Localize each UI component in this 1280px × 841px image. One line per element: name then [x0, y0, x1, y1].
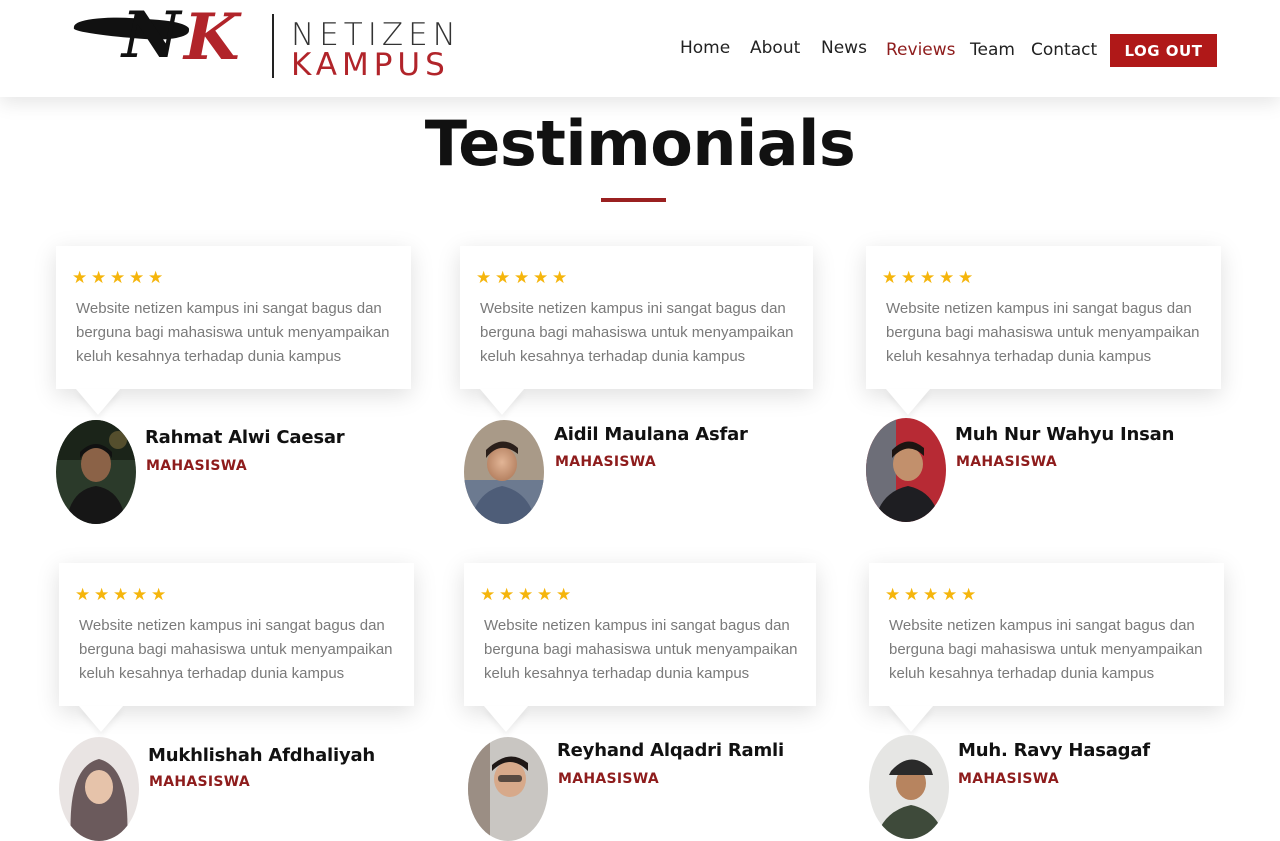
star-icon: ★ — [904, 585, 920, 604]
avatar — [468, 737, 548, 841]
person-role: MAHASISWA — [146, 458, 248, 474]
rating-stars: ★ ★ ★ ★ ★ — [480, 585, 572, 604]
star-icon: ★ — [129, 268, 145, 287]
netizen-kampus-logo[interactable]: N K NETIZEN KAMPUS — [72, 0, 472, 88]
testimonial-quote: Website netizen kampus ini sangat bagus … — [889, 617, 1203, 682]
star-icon: ★ — [533, 268, 549, 287]
person-name: Muh. Ravy Hasagaf — [958, 740, 1150, 761]
star-icon: ★ — [939, 268, 955, 287]
star-icon: ★ — [556, 585, 572, 604]
rating-stars: ★ ★ ★ ★ ★ — [885, 585, 977, 604]
testimonial-quote: Website netizen kampus ini sangat bagus … — [480, 300, 794, 365]
star-icon: ★ — [94, 585, 110, 604]
logo-word-kampus: KAMPUS — [291, 47, 450, 83]
person-name: Mukhlishah Afdhaliyah — [148, 745, 376, 766]
star-icon: ★ — [132, 585, 148, 604]
star-icon: ★ — [91, 268, 107, 287]
site-header: N K NETIZEN KAMPUS Home About News Revie… — [0, 0, 1280, 97]
testimonial-card: ★ ★ ★ ★ ★ Website netizen kampus ini san… — [59, 563, 414, 706]
star-icon: ★ — [110, 268, 126, 287]
star-icon: ★ — [961, 585, 977, 604]
person-role: MAHASISWA — [149, 774, 251, 790]
testimonial-quote: Website netizen kampus ini sangat bagus … — [484, 617, 798, 682]
person-role: MAHASISWA — [958, 771, 1060, 787]
testimonial-quote: Website netizen kampus ini sangat bagus … — [886, 300, 1200, 365]
rating-stars: ★ ★ ★ ★ ★ — [72, 268, 164, 287]
logo-divider — [272, 14, 274, 78]
person-name: Rahmat Alwi Caesar — [145, 427, 345, 448]
nav-about[interactable]: About — [750, 38, 800, 58]
star-icon: ★ — [151, 585, 167, 604]
star-icon: ★ — [923, 585, 939, 604]
star-icon: ★ — [499, 585, 515, 604]
testimonial-card: ★ ★ ★ ★ ★ Website netizen kampus ini san… — [869, 563, 1224, 706]
testimonial-card: ★ ★ ★ ★ ★ Website netizen kampus ini san… — [460, 246, 813, 389]
nav-home[interactable]: Home — [680, 38, 730, 58]
star-icon: ★ — [885, 585, 901, 604]
star-icon: ★ — [72, 268, 88, 287]
star-icon: ★ — [942, 585, 958, 604]
star-icon: ★ — [537, 585, 553, 604]
logo-monogram-n: N — [122, 0, 181, 73]
nav-news[interactable]: News — [821, 38, 867, 58]
star-icon: ★ — [476, 268, 492, 287]
rating-stars: ★ ★ ★ ★ ★ — [882, 268, 974, 287]
logo-monogram-k: K — [184, 0, 240, 75]
star-icon: ★ — [495, 268, 511, 287]
section-title: Testimonials — [424, 107, 856, 180]
testimonial-card: ★ ★ ★ ★ ★ Website netizen kampus ini san… — [866, 246, 1221, 389]
star-icon: ★ — [75, 585, 91, 604]
person-role: MAHASISWA — [956, 454, 1058, 470]
avatar — [866, 418, 946, 522]
person-role: MAHASISWA — [558, 771, 660, 787]
person-name: Muh Nur Wahyu Insan — [955, 424, 1175, 445]
rating-stars: ★ ★ ★ ★ ★ — [75, 585, 167, 604]
testimonial-card: ★ ★ ★ ★ ★ Website netizen kampus ini san… — [56, 246, 411, 389]
avatar — [56, 420, 136, 524]
nav-team[interactable]: Team — [970, 40, 1015, 60]
avatar — [59, 737, 139, 841]
star-icon: ★ — [552, 268, 568, 287]
star-icon: ★ — [920, 268, 936, 287]
rating-stars: ★ ★ ★ ★ ★ — [476, 268, 568, 287]
title-underline — [601, 198, 666, 202]
star-icon: ★ — [901, 268, 917, 287]
person-name: Aidil Maulana Asfar — [554, 424, 748, 445]
star-icon: ★ — [958, 268, 974, 287]
star-icon: ★ — [148, 268, 164, 287]
testimonial-quote: Website netizen kampus ini sangat bagus … — [79, 617, 393, 682]
avatar — [464, 420, 544, 524]
avatar — [869, 735, 949, 839]
nav-contact[interactable]: Contact — [1031, 40, 1097, 60]
testimonial-card: ★ ★ ★ ★ ★ Website netizen kampus ini san… — [464, 563, 816, 706]
testimonial-quote: Website netizen kampus ini sangat bagus … — [76, 300, 390, 365]
star-icon: ★ — [113, 585, 129, 604]
star-icon: ★ — [480, 585, 496, 604]
nav-reviews[interactable]: Reviews — [886, 40, 956, 60]
star-icon: ★ — [514, 268, 530, 287]
star-icon: ★ — [882, 268, 898, 287]
person-name: Reyhand Alqadri Ramli — [557, 740, 784, 761]
star-icon: ★ — [518, 585, 534, 604]
person-role: MAHASISWA — [555, 454, 657, 470]
logout-button[interactable]: LOG OUT — [1110, 34, 1217, 67]
